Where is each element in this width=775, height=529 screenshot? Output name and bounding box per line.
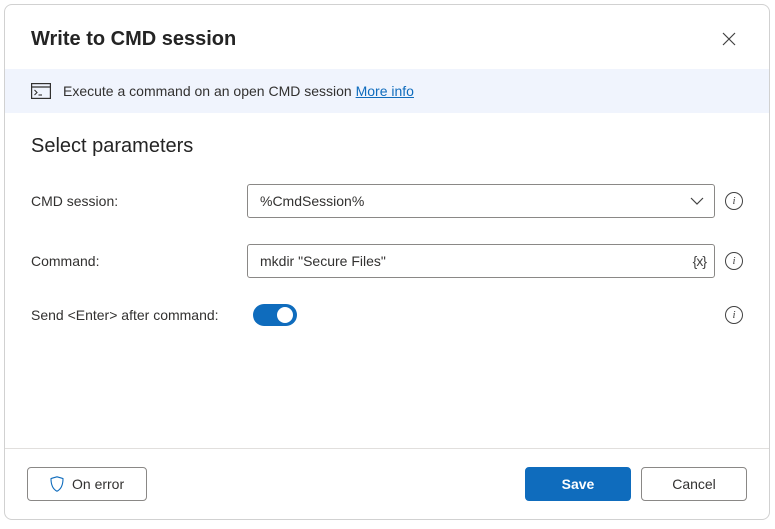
info-button-cmd-session[interactable]: i <box>725 192 743 210</box>
send-enter-toggle[interactable] <box>253 304 297 326</box>
save-label: Save <box>562 476 595 492</box>
cmd-session-select[interactable]: %CmdSession% <box>247 184 715 218</box>
command-input-wrap: {x} <box>247 244 715 278</box>
label-cmd-session: CMD session: <box>31 193 247 209</box>
dialog-title: Write to CMD session <box>31 28 236 51</box>
info-button-send-enter[interactable]: i <box>725 306 743 324</box>
control-cmd-session: %CmdSession% i <box>247 184 743 218</box>
save-button[interactable]: Save <box>525 467 631 501</box>
cancel-button[interactable]: Cancel <box>641 467 747 501</box>
close-button[interactable] <box>713 23 745 55</box>
variable-picker-icon[interactable]: {x} <box>693 253 706 269</box>
row-command: Command: {x} i <box>31 244 743 278</box>
close-icon <box>722 32 736 46</box>
on-error-label: On error <box>72 476 124 492</box>
on-error-button[interactable]: On error <box>27 467 147 501</box>
label-command: Command: <box>31 253 247 269</box>
dialog-content: Select parameters CMD session: %CmdSessi… <box>5 113 769 448</box>
shield-icon <box>50 476 64 492</box>
control-send-enter: i <box>253 304 743 326</box>
toggle-knob <box>277 307 293 323</box>
dialog-footer: On error Save Cancel <box>5 448 769 519</box>
control-command: {x} i <box>247 244 743 278</box>
chevron-down-icon <box>690 197 704 205</box>
info-banner: Execute a command on an open CMD session… <box>5 69 769 113</box>
dialog-header: Write to CMD session <box>5 5 769 69</box>
cmd-session-value: %CmdSession% <box>260 193 364 209</box>
banner-text-content: Execute a command on an open CMD session <box>63 83 356 99</box>
info-button-command[interactable]: i <box>725 252 743 270</box>
row-cmd-session: CMD session: %CmdSession% i <box>31 184 743 218</box>
cancel-label: Cancel <box>672 476 716 492</box>
dialog-write-cmd-session: Write to CMD session Execute a command o… <box>4 4 770 520</box>
row-send-enter: Send <Enter> after command: i <box>31 304 743 326</box>
cmd-icon <box>31 83 51 99</box>
command-input[interactable] <box>260 253 678 269</box>
banner-text: Execute a command on an open CMD session… <box>63 83 414 99</box>
more-info-link[interactable]: More info <box>356 83 414 99</box>
label-send-enter: Send <Enter> after command: <box>31 307 253 323</box>
section-title: Select parameters <box>31 135 743 158</box>
